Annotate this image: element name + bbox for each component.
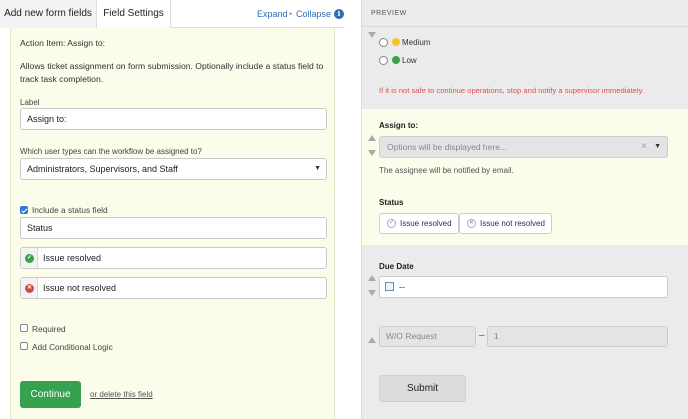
safety-warning: If it is not safe to continue operations… xyxy=(379,86,644,95)
include-status-label: Include a status field xyxy=(32,205,108,215)
move-up-icon[interactable] xyxy=(368,337,376,343)
status-field-name-input[interactable]: Status xyxy=(20,217,327,239)
user-types-select[interactable]: Administrators, Supervisors, and Staff ▼ xyxy=(20,158,327,180)
assign-placeholder: Options will be displayed here... xyxy=(387,142,508,152)
check-circle-icon: ✓ xyxy=(387,219,396,228)
yellow-circle-icon xyxy=(392,38,400,46)
assign-select[interactable]: Options will be displayed here... × ▼ xyxy=(379,136,668,158)
status-icon-box: ✓ xyxy=(21,248,38,268)
settings-description: Allows ticket assignment on form submiss… xyxy=(20,61,324,84)
status-option-resolved[interactable]: ✓ Issue resolved xyxy=(379,213,459,234)
chevron-down-icon: ▼ xyxy=(654,143,661,150)
link-separator: • xyxy=(289,9,293,19)
clear-icon[interactable]: × xyxy=(641,137,647,157)
label-input[interactable]: Assign to: xyxy=(20,108,327,130)
preview-panel: PREVIEW Medium Low If it is not safe to … xyxy=(361,0,688,419)
status-option-label: Issue not resolved xyxy=(43,283,117,293)
expand-link[interactable]: Expand xyxy=(257,0,288,28)
delete-field-link[interactable]: or delete this field xyxy=(90,390,153,399)
due-date-value: -- xyxy=(399,282,405,292)
assign-note: The assignee will be notified by email. xyxy=(379,166,514,175)
status-field-title: Status xyxy=(379,198,404,207)
status-option-row[interactable]: ✓ Issue resolved xyxy=(20,247,327,269)
preview-header: PREVIEW xyxy=(371,10,407,17)
chevron-down-icon: ▼ xyxy=(314,165,321,172)
status-option-not-resolved[interactable]: ✕ Issue not resolved xyxy=(459,213,552,234)
calendar-icon xyxy=(385,282,394,291)
move-up-icon[interactable] xyxy=(368,275,376,281)
tab-add-new-fields[interactable]: Add new form fields xyxy=(0,0,97,28)
priority-label-medium: Medium xyxy=(402,38,431,47)
move-down-icon[interactable] xyxy=(368,150,376,156)
tab-field-settings[interactable]: Field Settings xyxy=(97,0,171,29)
x-circle-icon: ✕ xyxy=(467,219,476,228)
priority-radio-medium[interactable] xyxy=(379,38,388,47)
include-status-checkbox[interactable] xyxy=(20,206,28,214)
move-down-icon[interactable] xyxy=(368,32,376,38)
check-circle-icon: ✓ xyxy=(25,254,34,263)
conditional-logic-label: Add Conditional Logic xyxy=(32,342,113,352)
priority-radio-low[interactable] xyxy=(379,56,388,65)
wo-number-input[interactable]: 1 xyxy=(487,326,668,347)
status-option-row[interactable]: ✕ Issue not resolved xyxy=(20,277,327,299)
status-icon-box: ✕ xyxy=(21,278,38,298)
green-circle-icon xyxy=(392,56,400,64)
x-circle-icon: ✕ xyxy=(25,284,34,293)
field-settings-panel: Action Item: Assign to: Allows ticket as… xyxy=(10,28,335,419)
move-down-icon[interactable] xyxy=(368,290,376,296)
info-icon[interactable]: i xyxy=(334,9,344,19)
due-date-input[interactable]: -- xyxy=(379,276,668,298)
wo-dash: – xyxy=(479,330,485,341)
status-option-label: Issue resolved xyxy=(43,253,102,263)
settings-title: Action Item: Assign to: xyxy=(20,38,106,48)
required-checkbox[interactable] xyxy=(20,324,28,332)
priority-label-low: Low xyxy=(402,56,417,65)
form-builder: Add new form fields Field Settings Expan… xyxy=(0,0,688,419)
due-date-title: Due Date xyxy=(379,262,414,271)
status-option-label: Issue resolved xyxy=(400,219,452,228)
user-types-question: Which user types can the workflow be ass… xyxy=(20,147,202,156)
collapse-link[interactable]: Collapse xyxy=(296,0,331,28)
assign-field-title: Assign to: xyxy=(379,121,419,130)
user-types-selected: Administrators, Supervisors, and Staff xyxy=(27,164,178,174)
submit-button[interactable]: Submit xyxy=(379,375,466,402)
label-caption: Label xyxy=(20,98,40,107)
conditional-logic-checkbox[interactable] xyxy=(20,342,28,350)
assign-field-preview: Assign to: Options will be displayed her… xyxy=(362,109,688,245)
builder-tabs: Add new form fields Field Settings Expan… xyxy=(0,0,344,29)
builder-panel: Add new form fields Field Settings Expan… xyxy=(0,0,344,419)
wo-request-input[interactable]: W/O Request xyxy=(379,326,476,347)
preview-divider xyxy=(362,26,688,27)
continue-button[interactable]: Continue xyxy=(20,381,81,408)
move-up-icon[interactable] xyxy=(368,135,376,141)
required-label: Required xyxy=(32,324,66,334)
status-option-label: Issue not resolved xyxy=(480,219,545,228)
